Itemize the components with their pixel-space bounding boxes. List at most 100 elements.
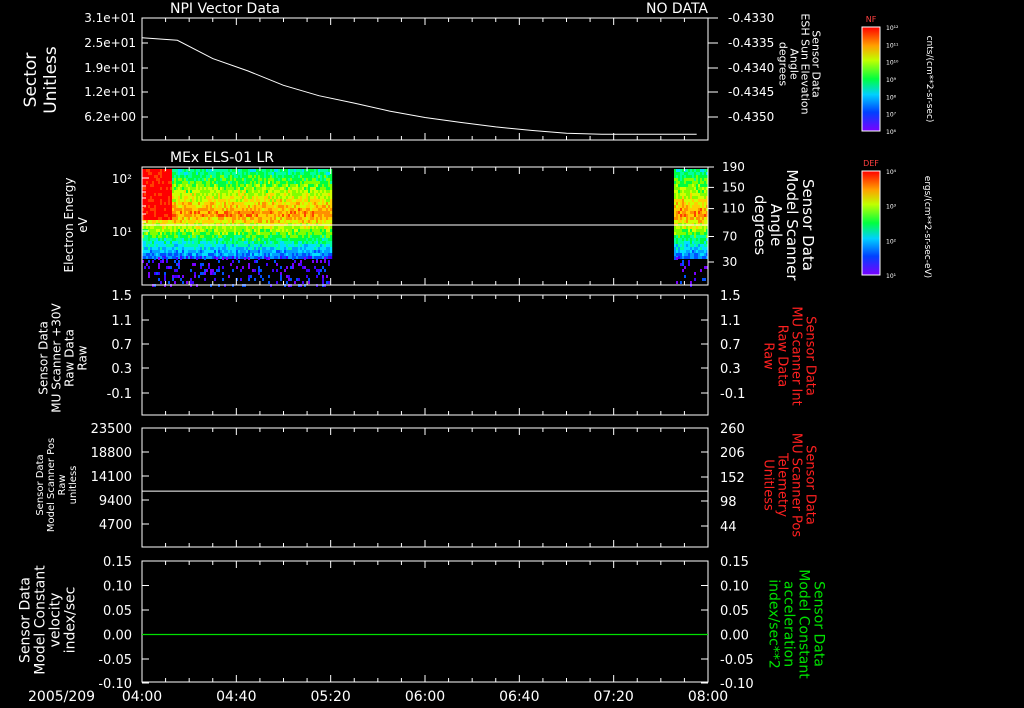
spectrogram-cell [156,199,159,202]
spectrogram-cell [300,190,303,193]
spectrogram-cell [686,178,689,181]
spectrogram-cell [232,193,235,196]
spectrogram-cell [216,257,218,260]
spectrogram-cell [676,178,679,181]
spectrogram-cell [162,250,165,253]
spectrogram-cell [260,220,263,223]
spectrogram-cell [286,232,289,235]
spectrogram-cell [150,217,153,220]
spectrogram-cell [288,193,291,196]
spectrogram-cell [282,214,285,217]
spectrogram-cell [304,226,307,229]
spectrogram-cell [258,257,260,260]
spectrogram-cell [234,190,237,193]
spectrogram-cell [230,229,233,232]
spectrogram-cell [324,232,327,235]
spectrogram-cell [156,175,159,178]
spectrogram-cell [246,235,249,238]
spectrogram-cell [196,229,199,232]
spectrogram-cell [310,226,313,229]
spectrogram-cell [704,181,707,184]
spectrogram-cell [208,208,211,211]
spectrogram-cell [694,272,696,275]
spectrogram-cell [172,175,175,178]
spectrogram-cell [320,172,323,175]
spectrogram-cell [304,253,307,256]
spectrogram-cell [258,226,261,229]
spectrogram-cell [148,211,151,214]
spectrogram-cell [322,241,325,244]
spectrogram-cell [238,250,241,253]
spectrogram-cell [278,202,281,205]
spectrogram-cell [688,196,691,199]
spectrogram-cell [326,184,329,187]
spectrogram-cell [684,241,687,244]
spectrogram-cell [692,181,695,184]
spectrogram-cell [680,244,683,247]
spectrogram-cell [192,199,195,202]
spectrogram-cell [226,172,229,175]
right-axis-title-line: Sensor Data [811,581,827,667]
spectrogram-cell [314,205,317,208]
spectrogram-cell [252,202,255,205]
spectrogram-cell [180,238,183,241]
spectrogram-cell [258,181,261,184]
spectrogram-cell [284,250,287,253]
spectrogram-cell [200,199,203,202]
spectrogram-cell [258,199,261,202]
spectrogram-cell [224,256,227,259]
spectrogram-cell [680,253,683,256]
spectrogram-cell [302,226,305,229]
spectrogram-cell [688,253,691,256]
spectrogram-cell [210,232,213,235]
spectrogram-cell [296,184,299,187]
spectrogram-cell [692,241,695,244]
spectrogram-cell [308,214,311,217]
spectrogram-cell [310,181,313,184]
spectrogram-cell [206,214,209,217]
spectrogram-cell [164,232,167,235]
spectrogram-cell [698,247,701,250]
spectrogram-cell [694,187,697,190]
spectrogram-cell [252,196,255,199]
spectrogram-cell [284,178,287,181]
spectrogram-cell [270,256,273,259]
left-axis-title: Electron Energy eV [62,177,90,272]
spectrogram-cell [702,217,705,220]
spectrogram-cell [278,169,281,172]
spectrogram-cell [266,193,269,196]
spectrogram-cell [248,244,251,247]
spectrogram-cell [230,175,233,178]
spectrogram-cell [328,172,331,175]
spectrogram-cell [194,214,197,217]
spectrogram-cell [324,253,327,256]
spectrogram-cell [248,229,251,232]
spectrogram-cell [204,244,207,247]
spectrogram-cell [154,247,157,250]
left-axis-title-line: MU Scanner +30V [50,303,64,413]
spectrogram-cell [194,187,197,190]
spectrogram-cell [180,214,183,217]
spectrogram-cell [194,235,197,238]
spectrogram-cell [264,235,267,238]
spectrogram-cell [264,193,267,196]
spectrogram-cell [322,244,325,247]
spectrogram-cell [206,196,209,199]
spectrogram-cell [216,193,219,196]
spectrogram-cell [328,211,331,214]
spectrogram-cell [308,217,311,220]
spectrogram-cell [292,250,295,253]
spectrogram-cell [684,220,687,223]
spectrogram-cell [164,211,167,214]
spectrogram-cell [676,214,679,217]
spectrogram-cell [176,208,179,211]
spectrogram-cell [158,278,160,281]
spectrogram-cell [246,220,249,223]
spectrogram-cell [232,211,235,214]
spectrogram-cell [682,199,685,202]
spectrogram-cell [194,211,197,214]
spectrogram-cell [674,181,677,184]
spectrogram-cell [686,244,689,247]
spectrogram-cell [168,220,171,223]
spectrogram-cell [692,211,695,214]
